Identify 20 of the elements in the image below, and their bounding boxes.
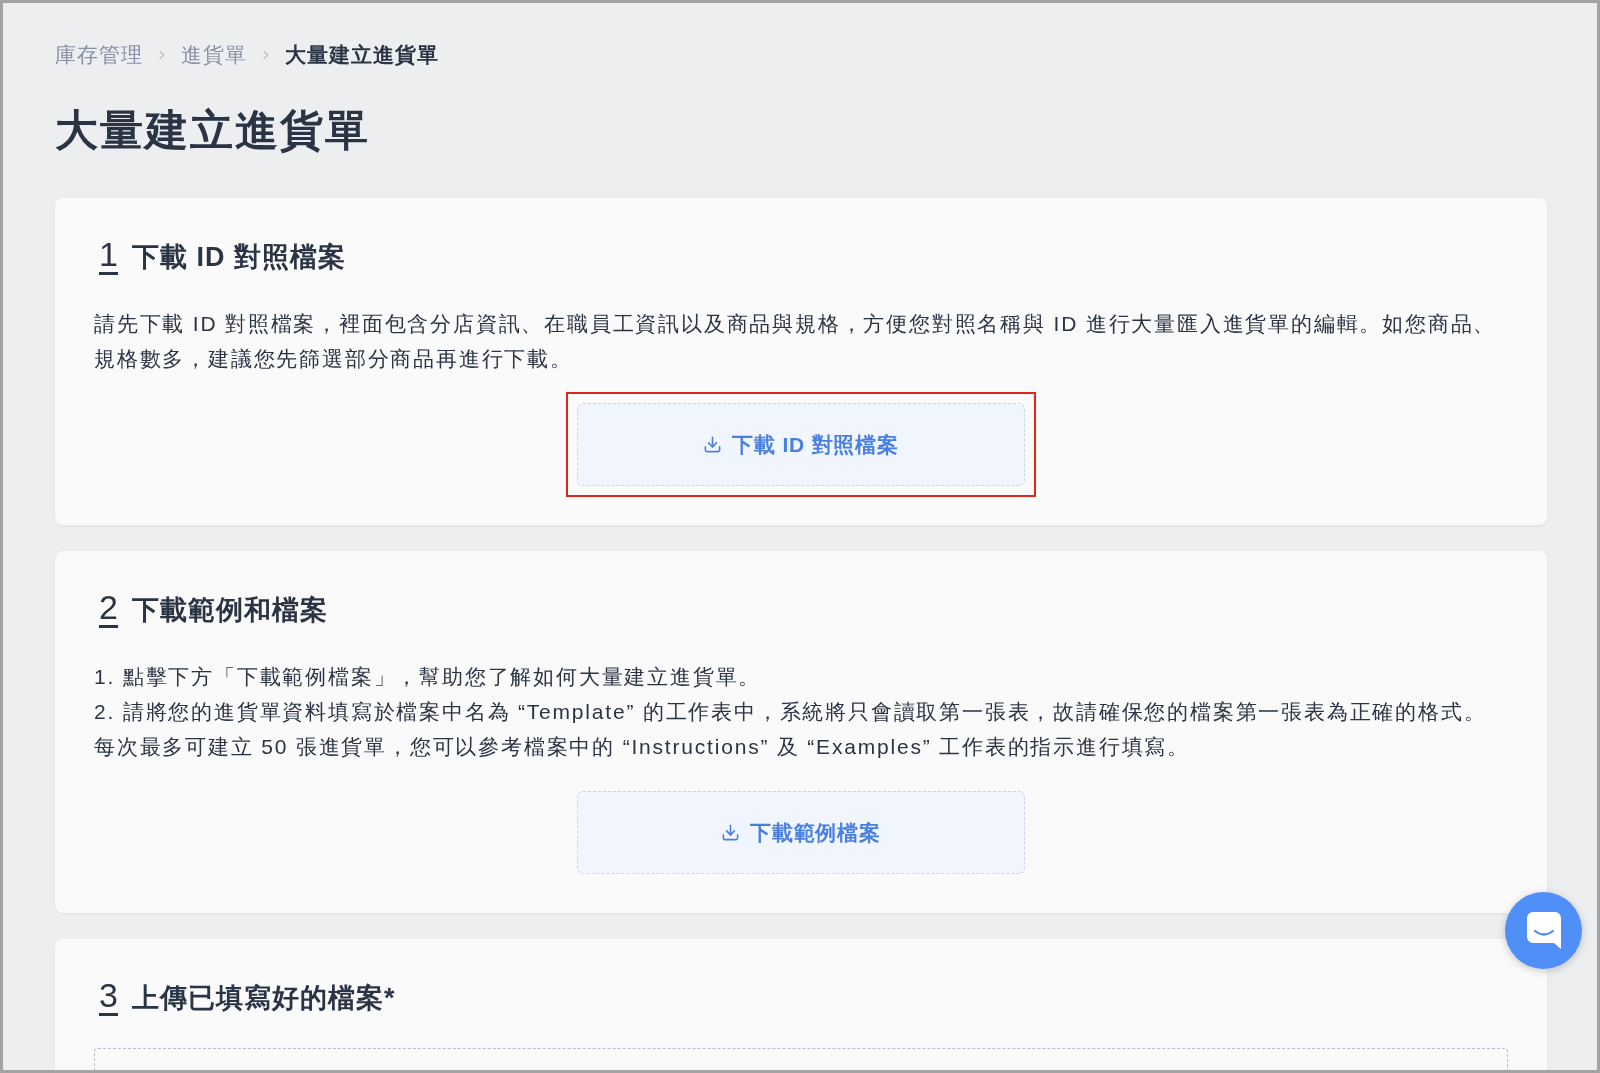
download-icon	[703, 435, 723, 454]
breadcrumb-current: 大量建立進貨單	[285, 42, 439, 68]
section-title: 下載 ID 對照檔案	[131, 241, 346, 274]
section-title: 上傳已填寫好的檔案*	[131, 982, 396, 1015]
download-button[interactable]: 下載 ID 對照檔案	[577, 403, 1025, 486]
instruction-text: 2. 請將您的進貨單資料填寫於檔案中名為 “Template” 的工作表中，系統將只會讀取第一張表，故請確保您的檔案第一張表為正確的格式。每次最多可建立 50 張進貨單，您可以參考檔案中的 “Instructions” 及 “Examples” 工作表的指示進行填寫。	[94, 699, 1488, 760]
step-number: 3	[99, 980, 118, 1016]
step-number: 2	[99, 592, 118, 628]
section-title: 下載範例和檔案	[131, 594, 328, 627]
chat-button[interactable]	[1505, 892, 1582, 969]
download-icon	[721, 823, 741, 842]
page-title: 大量建立進貨單	[55, 106, 371, 154]
step-number: 1	[99, 239, 118, 275]
breadcrumb-link[interactable]: 進貨單	[181, 40, 247, 70]
upload-dropzone[interactable]	[94, 1048, 1508, 1070]
instruction-text: 1. 點擊下方「下載範例檔案」，幫助您了解如何大量建立進貨單。	[94, 664, 763, 690]
breadcrumb-link[interactable]: 庫存管理	[55, 40, 143, 70]
chat-bubble-icon	[1526, 912, 1561, 949]
instruction-text: 請先下載 ID 對照檔案，裡面包含分店資訊、在職員工資訊以及商品與規格，方便您對照名稱與 ID 進行大量匯入進貨單的編輯。如您商品、規格數多，建議您先篩選部分商品再進行下載。	[94, 311, 1498, 372]
download-button[interactable]: 下載範例檔案	[577, 791, 1025, 874]
